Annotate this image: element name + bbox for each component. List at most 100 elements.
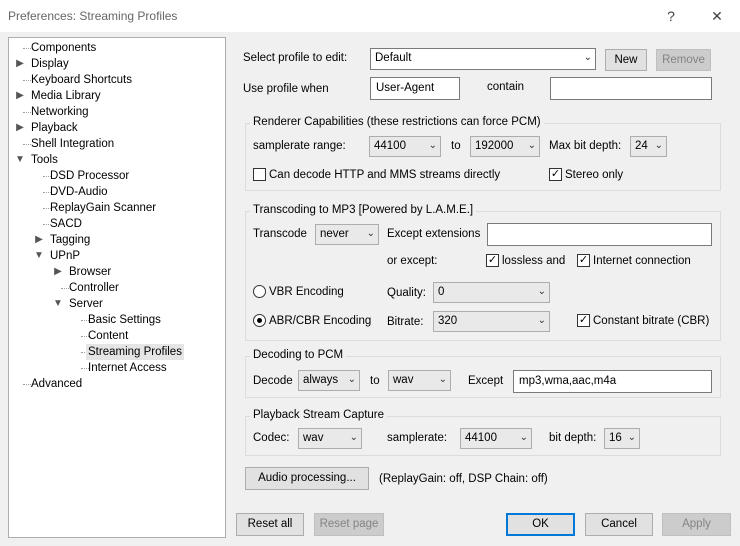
tree-item-replaygain-scanner[interactable]: ReplayGain Scanner [50,200,156,216]
audio-processing-button[interactable]: Audio processing... [245,467,369,490]
can-decode-checkbox[interactable] [253,168,266,181]
quality-value: 0 [438,286,445,298]
renderer-capabilities-title: Renderer Capabilities (these restriction… [250,116,544,128]
capture-samplerate-select[interactable]: 44100 ⌄ [460,428,532,449]
samplerate-from-select[interactable]: 44100 ⌄ [369,136,441,157]
max-bit-depth-label: Max bit depth: [549,140,622,152]
chevron-down-icon: ⌄ [438,374,447,385]
reset-all-button[interactable]: Reset all [236,513,304,536]
apply-button[interactable]: Apply [662,513,731,536]
check-icon: ✓ [487,254,498,266]
can-decode-label: Can decode HTTP and MMS streams directly [269,169,501,181]
tree-item-controller[interactable]: Controller [69,280,119,296]
chevron-right-icon[interactable]: ▶ [34,232,44,248]
tree-item-dsd-processor[interactable]: DSD Processor [50,168,129,184]
tree-connector [23,384,31,385]
tree-connector [23,144,31,145]
chevron-down-icon: ⌄ [537,315,546,326]
abr-radio[interactable] [253,314,266,327]
preferences-tree[interactable]: Components ▶ Display Keyboard Shortcuts … [8,37,226,538]
bitrate-select[interactable]: 320 ⌄ [433,311,550,332]
decode-except-label: Except [468,375,504,387]
tree-item-sacd[interactable]: SACD [50,216,82,232]
chevron-down-icon[interactable]: ▼ [34,248,44,264]
transcode-label: Transcode [253,228,307,240]
tree-item-content[interactable]: Content [88,328,128,344]
max-bit-depth-value: 24 [635,140,648,152]
decoding-title: Decoding to PCM [250,349,347,361]
tree-item-display[interactable]: Display [31,56,69,72]
codec-select[interactable]: wav ⌄ [298,428,362,449]
transcode-value: never [320,228,349,240]
cancel-button[interactable]: Cancel [585,513,653,536]
tree-item-streaming-profiles[interactable]: Streaming Profiles [86,344,184,360]
constant-bitrate-label: Constant bitrate (CBR) [593,315,710,327]
chevron-down-icon: ⌄ [583,52,592,63]
decode-select[interactable]: always ⌄ [298,370,360,391]
quality-select[interactable]: 0 ⌄ [433,282,550,303]
chevron-down-icon: ⌄ [654,140,663,151]
stereo-only-checkbox[interactable]: ✓ [549,168,562,181]
check-icon: ✓ [578,314,589,326]
decode-format-select[interactable]: wav ⌄ [388,370,451,391]
tree-item-playback[interactable]: Playback [31,120,78,136]
tree-item-internet-access[interactable]: Internet Access [88,360,167,376]
internet-connection-checkbox[interactable]: ✓ [577,254,590,267]
tree-item-tagging[interactable]: Tagging [50,232,90,248]
samplerate-range-label: samplerate range: [253,140,346,152]
quality-label: Quality: [387,287,426,299]
chevron-right-icon[interactable]: ▶ [15,56,25,72]
remove-profile-button[interactable]: Remove [656,49,711,71]
tree-item-upnp[interactable]: UPnP [50,248,80,264]
bitrate-value: 320 [438,315,458,327]
bit-depth-select[interactable]: 16 ⌄ [604,428,640,449]
use-profile-field-input[interactable]: User-Agent [370,77,460,100]
lossless-label: lossless and [502,255,566,267]
tree-item-components[interactable]: Components [31,40,96,56]
profile-select[interactable]: Default ⌄ [370,48,596,70]
tree-item-media-library[interactable]: Media Library [31,88,101,104]
chevron-down-icon: ⌄ [347,374,356,385]
tree-item-advanced[interactable]: Advanced [31,376,82,392]
samplerate-to-select[interactable]: 192000 ⌄ [470,136,540,157]
tree-item-browser[interactable]: Browser [69,264,111,280]
tree-item-networking[interactable]: Networking [31,104,89,120]
bitrate-label: Bitrate: [387,316,424,328]
tree-item-basic-settings[interactable]: Basic Settings [88,312,161,328]
max-bit-depth-select[interactable]: 24 ⌄ [630,136,667,157]
tree-item-tools[interactable]: Tools [31,152,58,168]
tree-item-server[interactable]: Server [69,296,103,312]
new-profile-button[interactable]: New [605,49,647,71]
lossless-checkbox[interactable]: ✓ [486,254,499,267]
chevron-down-icon: ⌄ [349,432,358,443]
ok-button[interactable]: OK [506,513,575,536]
contain-input[interactable] [550,77,712,100]
capture-samplerate-label: samplerate: [387,432,448,444]
transcode-select[interactable]: never ⌄ [315,224,379,245]
abr-label: ABR/CBR Encoding [269,315,372,327]
tree-connector [23,48,31,49]
select-profile-label: Select profile to edit: [243,52,348,64]
chevron-down-icon: ⌄ [537,286,546,297]
chevron-down-icon: ⌄ [519,432,528,443]
capture-title: Playback Stream Capture [250,409,388,421]
tree-item-dvd-audio[interactable]: DVD-Audio [50,184,108,200]
close-icon[interactable]: ✕ [702,4,732,28]
decode-to-label: to [370,375,380,387]
tree-item-shell-integration[interactable]: Shell Integration [31,136,114,152]
constant-bitrate-checkbox[interactable]: ✓ [577,314,590,327]
chevron-right-icon[interactable]: ▶ [53,264,63,280]
decode-except-input[interactable]: mp3,wma,aac,m4a [513,370,712,393]
radio-selected-dot [257,318,262,323]
vbr-radio[interactable] [253,285,266,298]
reset-page-button[interactable]: Reset page [314,513,384,536]
chevron-down-icon: ⌄ [366,228,375,239]
chevron-right-icon[interactable]: ▶ [15,88,25,104]
check-icon: ✓ [578,254,589,266]
chevron-down-icon[interactable]: ▼ [53,296,63,312]
chevron-right-icon[interactable]: ▶ [15,120,25,136]
help-button[interactable]: ? [656,4,686,28]
tree-item-keyboard-shortcuts[interactable]: Keyboard Shortcuts [31,72,132,88]
chevron-down-icon[interactable]: ▼ [15,152,25,168]
except-extensions-input[interactable] [487,223,712,246]
